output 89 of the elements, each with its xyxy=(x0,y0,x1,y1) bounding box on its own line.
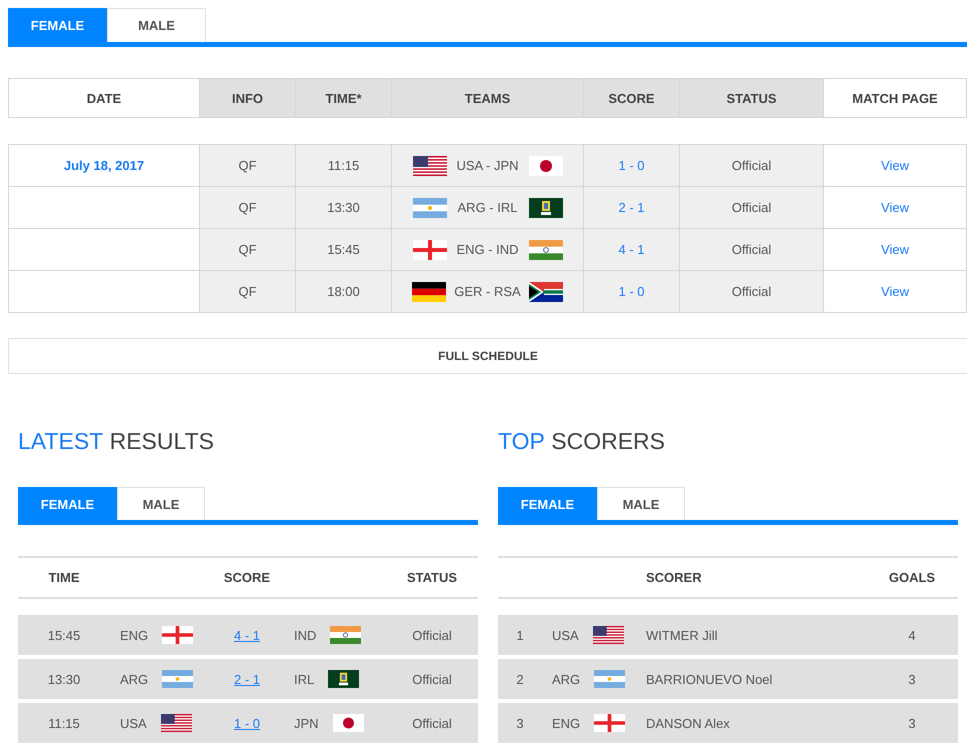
status-label: Official xyxy=(732,242,772,257)
match-time: 13:30 xyxy=(46,672,82,686)
goals-count: 3 xyxy=(907,716,917,730)
flag-icon xyxy=(528,156,562,176)
score-link[interactable]: 1 - 0 xyxy=(234,716,260,730)
match-time: 11:15 xyxy=(47,716,81,730)
column-header: STATUS xyxy=(406,570,458,585)
rank-number: 2 xyxy=(515,672,525,686)
match-time: 15:45 xyxy=(327,242,360,257)
status-label: Official xyxy=(732,158,772,173)
team-code: ARG xyxy=(552,672,580,686)
match-time: 18:00 xyxy=(327,284,360,299)
team-code: IND xyxy=(294,628,316,642)
match-date: July 18, 2017 xyxy=(64,158,144,173)
flag-icon xyxy=(412,198,446,218)
column-header: SCORER xyxy=(646,570,703,585)
full-schedule-button[interactable]: FULL SCHEDULE xyxy=(8,338,967,374)
flag-icon xyxy=(330,626,362,644)
team-code: JPN xyxy=(294,716,319,730)
round-label: QF xyxy=(238,242,257,257)
flag-icon xyxy=(528,198,562,218)
round-label: QF xyxy=(238,158,257,173)
teams-label: USA - JPN xyxy=(455,158,520,173)
column-header: INFO xyxy=(200,79,296,117)
score-link[interactable]: 1 - 0 xyxy=(618,284,644,299)
column-header: SCORE xyxy=(584,79,680,117)
section-title: TOP SCORERS xyxy=(498,427,666,456)
scorer-name: BARRIONUEVO Noel xyxy=(646,672,774,686)
flag-icon xyxy=(412,240,446,260)
scorer-name: DANSON Alex xyxy=(646,716,731,730)
gender-tab[interactable]: MALE xyxy=(117,487,205,520)
view-link[interactable]: View xyxy=(881,284,909,299)
rank-number: 1 xyxy=(515,628,525,642)
flag-icon xyxy=(528,282,563,302)
goals-count: 3 xyxy=(907,672,917,686)
flag-icon xyxy=(412,156,446,176)
column-header: TIME* xyxy=(296,79,392,117)
status-label: Official xyxy=(732,284,772,299)
column-header: GOALS xyxy=(888,570,936,585)
score-link[interactable]: 2 - 1 xyxy=(618,200,644,215)
match-time: 11:15 xyxy=(328,158,360,173)
column-header: TEAMS xyxy=(392,79,584,117)
status-label: Official xyxy=(732,200,772,215)
teams-label: GER - RSA xyxy=(454,284,521,299)
team-code: ENG xyxy=(120,628,148,642)
flag-icon xyxy=(592,626,624,644)
flag-icon xyxy=(162,626,194,644)
view-link[interactable]: View xyxy=(881,200,909,215)
status-label: Official xyxy=(411,716,453,730)
column-header: STATUS xyxy=(680,79,824,117)
flag-icon xyxy=(332,714,364,732)
section-title: LATEST RESULTS xyxy=(18,427,215,456)
score-link[interactable]: 4 - 1 xyxy=(618,242,644,257)
team-code: USA xyxy=(120,716,147,730)
flag-icon xyxy=(412,282,446,302)
round-label: QF xyxy=(238,200,257,215)
status-label: Official xyxy=(411,628,453,642)
match-time: 13:30 xyxy=(327,200,360,215)
flag-icon xyxy=(328,670,360,688)
round-label: QF xyxy=(238,284,257,299)
gender-tab[interactable]: FEMALE xyxy=(8,8,107,42)
flag-icon xyxy=(594,670,626,688)
team-code: ARG xyxy=(120,672,148,686)
teams-label: ARG - IRL xyxy=(456,200,518,215)
team-code: ENG xyxy=(552,716,580,730)
flag-icon xyxy=(160,714,192,732)
team-code: IRL xyxy=(294,672,314,686)
view-link[interactable]: View xyxy=(881,242,909,257)
score-link[interactable]: 2 - 1 xyxy=(234,672,260,686)
column-header: MATCH PAGE xyxy=(824,79,967,117)
gender-tab[interactable]: FEMALE xyxy=(498,487,597,520)
flag-icon xyxy=(162,670,194,688)
teams-label: ENG - IND xyxy=(455,242,520,257)
score-link[interactable]: 1 - 0 xyxy=(618,158,644,173)
flag-icon xyxy=(594,714,626,732)
column-header: TIME xyxy=(47,570,81,585)
goals-count: 4 xyxy=(907,628,917,642)
match-time: 15:45 xyxy=(46,628,82,642)
score-link[interactable]: 4 - 1 xyxy=(234,628,260,642)
column-header: SCORE xyxy=(222,570,272,585)
gender-tab[interactable]: MALE xyxy=(107,8,206,42)
gender-tab[interactable]: FEMALE xyxy=(18,487,117,520)
flag-icon xyxy=(528,240,562,260)
gender-tab[interactable]: MALE xyxy=(597,487,685,520)
view-link[interactable]: View xyxy=(881,158,909,173)
rank-number: 3 xyxy=(515,716,525,730)
status-label: Official xyxy=(411,672,453,686)
scorer-name: WITMER Jill xyxy=(646,628,718,642)
team-code: USA xyxy=(552,628,579,642)
